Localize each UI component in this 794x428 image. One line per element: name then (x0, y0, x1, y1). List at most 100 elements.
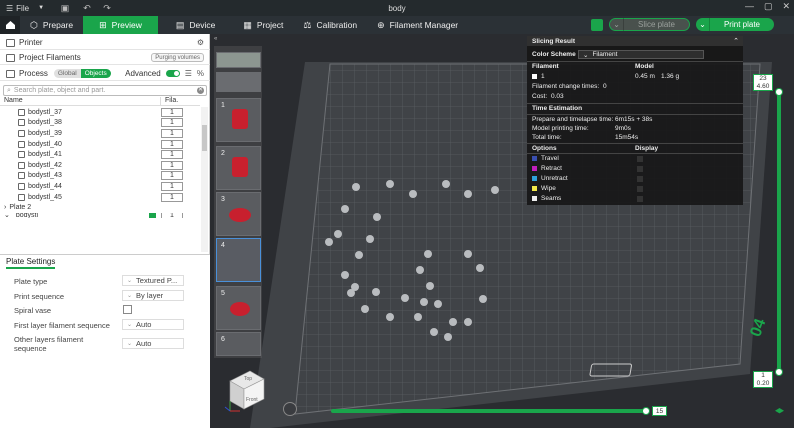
global-objects-switch[interactable]: Global Objects (53, 69, 111, 78)
filament-select[interactable]: 1 (161, 118, 183, 128)
plate-2-row[interactable]: › Plate 2 (0, 202, 200, 213)
plate-thumbnail[interactable]: 6 (216, 332, 261, 356)
travel-display-toggle[interactable] (637, 156, 643, 162)
minimize-icon[interactable]: — (745, 1, 754, 12)
orientation-button[interactable] (283, 402, 297, 416)
object-name: bodystl_42 (28, 161, 62, 169)
option-wipe[interactable]: Wipe (532, 185, 556, 192)
retract-display-toggle[interactable] (637, 166, 643, 172)
filament-select[interactable]: 1 (161, 107, 183, 117)
global-option[interactable]: Global (53, 69, 81, 78)
seams-display-toggle[interactable] (637, 196, 643, 202)
plate-thumbnail[interactable]: 2 (216, 146, 261, 190)
list-item[interactable]: bodystl_44 1 (0, 181, 200, 192)
chevron-down-icon: ⌄ (127, 322, 133, 328)
list-item[interactable]: ⌄ bodystl 1 (0, 212, 200, 218)
list-item[interactable]: bodystl_40 1 (0, 139, 200, 150)
sliced-object (479, 295, 487, 303)
hamburger-icon: ☰ (6, 3, 14, 13)
move-slider-track[interactable] (331, 409, 649, 413)
filament-select[interactable]: 1 (161, 139, 183, 149)
printer-label: Printer (19, 38, 43, 47)
filament-select[interactable]: 1 (161, 171, 183, 181)
print-sequence-select[interactable]: ⌄ By layer (122, 290, 184, 301)
calculator-icon[interactable] (591, 18, 604, 31)
plate-settings-tab[interactable]: Plate Settings (6, 257, 56, 269)
print-plate-button[interactable]: ⌄ Print plate (695, 18, 774, 31)
home-button[interactable] (0, 16, 20, 34)
filament-select[interactable]: 1 (161, 181, 183, 191)
sliced-object (426, 282, 434, 290)
plate-type-select[interactable]: ⌄ Textured P... (122, 275, 184, 286)
filament-select[interactable]: 1 (161, 128, 183, 138)
plate-thumbnail[interactable]: 3 (216, 192, 261, 236)
collapse-strip-icon[interactable]: « (214, 36, 217, 42)
object-list-scrollbar[interactable] (201, 107, 208, 252)
wipe-display-toggle[interactable] (637, 186, 643, 192)
layer-slider-top-handle[interactable] (775, 88, 783, 96)
spiral-vase-checkbox[interactable] (123, 305, 132, 314)
collapse-icon[interactable]: ⌃ (733, 37, 739, 45)
option-travel[interactable]: Travel (532, 155, 559, 162)
plate-thumbnail[interactable]: 1 (216, 98, 261, 142)
gear-icon[interactable]: ⚙ (197, 38, 204, 47)
redo-icon[interactable]: ↷ (100, 2, 114, 14)
tab-prepare[interactable]: ⬡ Prepare (20, 16, 83, 34)
list-item[interactable]: bodystl_42 1 (0, 160, 200, 171)
advanced-toggle[interactable] (165, 70, 180, 77)
list-item[interactable]: bodystl_45 1 (0, 192, 200, 203)
chevron-down-icon[interactable]: ⌄ (610, 18, 625, 31)
unretract-display-toggle[interactable] (637, 176, 643, 182)
object-name: bodystl_38 (28, 119, 62, 127)
chevron-down-icon[interactable]: ⌄ (696, 18, 710, 31)
plate-thumbnail[interactable] (216, 72, 261, 92)
filament-select[interactable]: 1 (161, 192, 183, 202)
color-scheme-select[interactable]: ⌄ Filament (578, 50, 704, 59)
search-input[interactable]: ⌕ Search plate, object and part. ✕ (3, 85, 207, 96)
tab-preview[interactable]: ⊞ Preview (83, 16, 158, 34)
first-layer-sequence-select[interactable]: ⌄ Auto (122, 319, 184, 330)
layer-slider-bottom-handle[interactable] (775, 368, 783, 376)
layer-slider-track[interactable] (777, 92, 781, 375)
tab-calibration[interactable]: ⚖ Calibration (293, 16, 367, 34)
filament-select[interactable]: 1 (161, 160, 183, 170)
tab-project[interactable]: ▦ Project (233, 16, 293, 34)
clear-search-icon[interactable]: ✕ (197, 87, 204, 94)
list-item[interactable]: bodystl_38 1 (0, 118, 200, 129)
list-item[interactable]: bodystl_37 1 (0, 107, 200, 118)
file-menu[interactable]: ☰ File ▼ (6, 4, 44, 13)
maximize-icon[interactable]: ▢ (764, 1, 773, 12)
tab-device[interactable]: ▤ Device (166, 16, 226, 34)
plate-thumbnail-selected[interactable]: 4 (216, 238, 261, 282)
plate-thumbnail-number: 2 (221, 150, 225, 157)
view-cube[interactable]: Top Front (224, 367, 268, 413)
slice-plate-button[interactable]: ⌄ Slice plate (609, 18, 690, 31)
scrollbar-thumb[interactable] (202, 125, 207, 151)
option-unretract[interactable]: Unretract (532, 175, 568, 182)
filament-select[interactable]: 1 (161, 212, 183, 218)
undo-icon[interactable]: ↶ (80, 2, 94, 14)
option-retract[interactable]: Retract (532, 165, 562, 172)
list-item[interactable]: bodystl_41 1 (0, 149, 200, 160)
option-seams[interactable]: Seams (532, 195, 561, 202)
percent-icon[interactable]: % (197, 69, 204, 78)
project-filaments-section[interactable]: Project Filaments Purging volumes (0, 51, 210, 65)
other-layers-sequence-select[interactable]: ⌄ Auto (122, 338, 184, 349)
filament-select[interactable]: 1 (161, 150, 183, 160)
search-icon: ⌕ (7, 86, 11, 94)
purging-volumes-button[interactable]: Purging volumes (151, 53, 204, 62)
expand-icon[interactable]: › (4, 204, 6, 211)
list-item[interactable]: bodystl_43 1 (0, 171, 200, 182)
tab-filament-manager[interactable]: ⊕ Filament Manager (367, 16, 468, 34)
close-icon[interactable]: ✕ (782, 1, 790, 12)
list-item[interactable]: bodystl_39 1 (0, 128, 200, 139)
print-plate-label: Print plate (723, 20, 760, 29)
plate-thumbnail[interactable] (216, 52, 261, 68)
printer-section[interactable]: Printer ⚙ (0, 36, 210, 50)
objects-option[interactable]: Objects (80, 69, 111, 78)
collapse-icon[interactable]: ⌄ (4, 213, 10, 218)
plate-thumbnail[interactable]: 5 (216, 286, 261, 330)
list-icon[interactable]: ☰ (185, 69, 192, 78)
move-slider-handle[interactable] (642, 407, 650, 415)
save-icon[interactable]: ▣ (58, 2, 72, 14)
